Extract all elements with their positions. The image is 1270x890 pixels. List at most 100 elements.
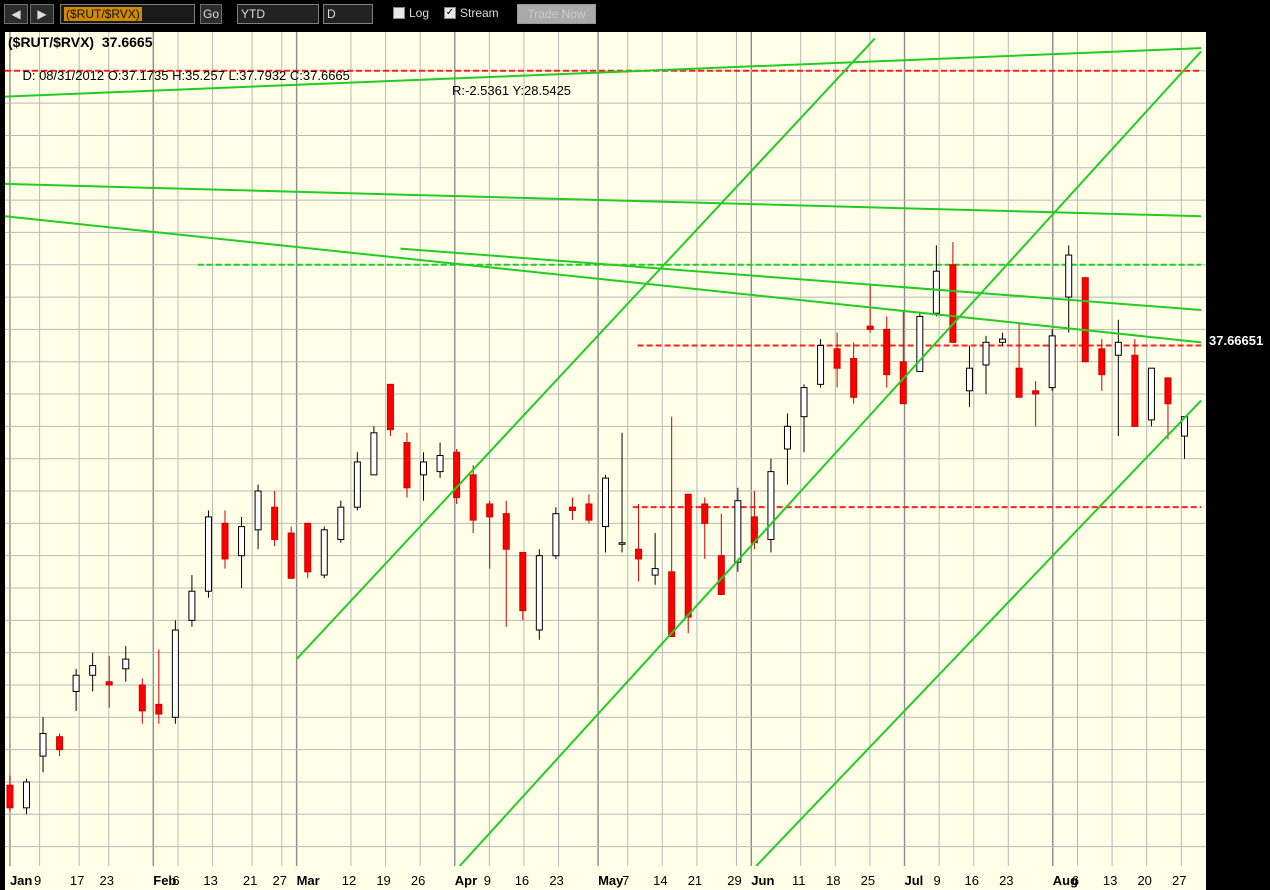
x-tick-label: Jul bbox=[905, 873, 924, 888]
candle-up bbox=[436, 454, 444, 473]
candle-up bbox=[72, 674, 80, 692]
x-tick-label: 20 bbox=[1137, 873, 1151, 888]
candle-down bbox=[866, 325, 874, 330]
x-tick-label: 26 bbox=[411, 873, 425, 888]
x-tick-label: 6 bbox=[172, 873, 179, 888]
candle-down bbox=[105, 681, 113, 686]
y-tick-label: 39 bbox=[1212, 290, 1226, 305]
candle-up bbox=[1048, 335, 1056, 389]
candlestick-chart: 2223242526272829303132333435363738394041… bbox=[5, 32, 1270, 890]
y-tick-label: 37 bbox=[1212, 355, 1226, 370]
candle-up bbox=[122, 658, 130, 670]
candle-down bbox=[386, 383, 394, 431]
candle-down bbox=[883, 328, 891, 376]
x-tick-label: 21 bbox=[688, 873, 702, 888]
trendline bbox=[295, 37, 876, 660]
candle-up bbox=[999, 338, 1007, 343]
ry-readout: R:-2.5361 Y:28.5425 bbox=[452, 83, 572, 98]
x-tick-label: Apr bbox=[455, 873, 477, 888]
candle-down bbox=[684, 493, 692, 618]
y-tick-label: 45 bbox=[1212, 96, 1226, 111]
y-tick-label: 23 bbox=[1212, 807, 1226, 822]
ohlc-readout: D: 08/31/2012 O:37.1735 H:35.257 L:37.79… bbox=[22, 68, 350, 83]
y-tick-label: 41 bbox=[1212, 225, 1226, 240]
y-tick-label: 36 bbox=[1212, 387, 1226, 402]
candle-down bbox=[1164, 377, 1172, 405]
x-tick-label: Mar bbox=[297, 873, 320, 888]
x-tick-label: 14 bbox=[653, 873, 667, 888]
candle-up bbox=[783, 425, 791, 450]
y-tick-label: 43 bbox=[1212, 161, 1226, 176]
candle-up bbox=[1147, 367, 1155, 421]
candle-up bbox=[1065, 254, 1073, 298]
trendline bbox=[5, 215, 1202, 344]
candle-down bbox=[469, 474, 477, 521]
candle-up bbox=[800, 387, 808, 418]
candle-up bbox=[767, 471, 775, 541]
x-tick-label: 6 bbox=[1072, 873, 1079, 888]
candle-down bbox=[221, 522, 229, 560]
candle-down bbox=[833, 348, 841, 369]
candle-up bbox=[337, 506, 345, 541]
candle-up bbox=[204, 516, 212, 592]
candle-down bbox=[568, 506, 576, 511]
candle-up bbox=[22, 781, 30, 809]
candle-down bbox=[585, 503, 593, 521]
candle-down bbox=[635, 548, 643, 560]
trendline bbox=[755, 399, 1202, 866]
candle-down bbox=[668, 571, 676, 637]
y-tick-label: 34 bbox=[1212, 452, 1226, 467]
y-tick-label: 44 bbox=[1212, 128, 1226, 143]
x-tick-label: 17 bbox=[70, 873, 84, 888]
y-tick-label: 32 bbox=[1212, 516, 1226, 531]
candle-up bbox=[353, 461, 361, 508]
candle-down bbox=[1131, 354, 1139, 427]
candle-up bbox=[320, 529, 328, 576]
y-tick-label: 22 bbox=[1212, 840, 1226, 855]
candle-down bbox=[1015, 367, 1023, 398]
y-tick-label: 25 bbox=[1212, 743, 1226, 758]
candle-down bbox=[850, 357, 858, 398]
candle-up bbox=[370, 432, 378, 476]
chart-title: ($RUT/$RVX) 37.6665 bbox=[8, 34, 153, 50]
y-tick-label: 42 bbox=[1212, 193, 1226, 208]
candle-up bbox=[982, 341, 990, 366]
y-tick-label: 27 bbox=[1212, 678, 1226, 693]
candle-up bbox=[1114, 341, 1122, 356]
candle-up bbox=[188, 590, 196, 621]
candle-down bbox=[403, 442, 411, 489]
candle-up bbox=[817, 345, 825, 385]
x-tick-label: 25 bbox=[861, 873, 875, 888]
x-tick-label: 21 bbox=[243, 873, 257, 888]
x-tick-label: 12 bbox=[342, 873, 356, 888]
candle-up bbox=[932, 270, 940, 314]
x-tick-label: 27 bbox=[1172, 873, 1186, 888]
candle-up bbox=[89, 665, 97, 676]
x-tick-label: 11 bbox=[792, 873, 806, 888]
x-tick-label: Jan bbox=[10, 873, 32, 888]
x-tick-label: 9 bbox=[34, 873, 41, 888]
candle-down bbox=[502, 513, 510, 550]
x-tick-label: 7 bbox=[622, 873, 629, 888]
x-tick-label: May bbox=[598, 873, 624, 888]
x-tick-label: 9 bbox=[933, 873, 940, 888]
candle-down bbox=[1032, 390, 1040, 395]
chart-header: ($RUT/$RVX) 37.6665 D: 08/31/2012 O:37.1… bbox=[8, 34, 708, 113]
candle-down bbox=[6, 784, 14, 809]
candle-up bbox=[602, 477, 609, 528]
candle-down bbox=[1098, 348, 1106, 376]
x-tick-label: 18 bbox=[826, 873, 840, 888]
candle-up bbox=[552, 513, 560, 557]
y-tick-label: 46 bbox=[1212, 64, 1226, 79]
candle-down bbox=[899, 361, 907, 405]
y-tick-label: 28 bbox=[1212, 646, 1226, 661]
candle-up bbox=[238, 526, 246, 557]
candle-down bbox=[486, 503, 494, 518]
candle-down bbox=[138, 684, 146, 712]
candle-up bbox=[535, 555, 543, 631]
y-tick-label: 29 bbox=[1212, 613, 1226, 628]
candle-down bbox=[304, 522, 312, 573]
candle-down bbox=[155, 703, 163, 715]
x-tick-label: 13 bbox=[1103, 873, 1117, 888]
x-tick-label: 23 bbox=[549, 873, 563, 888]
